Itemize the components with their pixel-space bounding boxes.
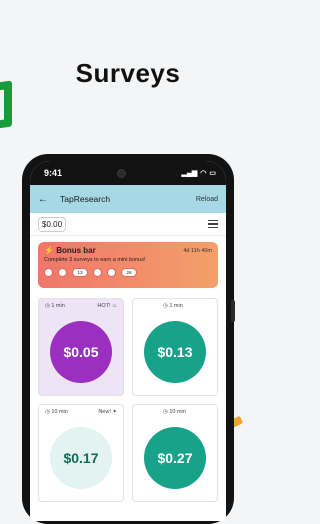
badge-text: HOT!: [97, 303, 111, 309]
survey-reward-coin: $0.17: [50, 427, 112, 489]
bonus-step: [44, 268, 53, 277]
balance-bar: $0.00: [30, 213, 226, 236]
duration-text: 10 min: [51, 409, 68, 415]
phone-screen: 9:41 ▂▄▆ ◠ ▭ ← TapResearch Reload $0.00 …: [30, 161, 226, 521]
survey-reward-coin: $0.27: [144, 427, 206, 489]
status-time: 9:41: [44, 168, 63, 178]
camera-icon: [117, 168, 127, 178]
bonus-step: [58, 268, 67, 277]
reward-amount: $0.05: [63, 344, 99, 360]
duration-text: 1 min: [169, 303, 183, 309]
balance-display: $0.00: [38, 216, 67, 232]
reward-amount: $0.13: [157, 344, 193, 360]
bonus-title: ⚡ Bonus bar: [44, 246, 96, 255]
signal-icon: ▂▄▆: [181, 170, 198, 177]
back-arrow-icon[interactable]: ←: [38, 194, 48, 205]
duration-text: 10 min: [169, 409, 186, 415]
survey-card[interactable]: ◷ 10 min $0.27: [132, 404, 218, 502]
app-title: TapResearch: [60, 194, 111, 204]
bonus-step-milestone: 13: [72, 268, 88, 277]
duration: ◷ 10 min: [163, 409, 186, 415]
survey-card[interactable]: ◷ 1 min HOT! ♨ $0.05: [38, 298, 124, 396]
page-headline: Surveys: [75, 58, 181, 88]
flame-icon: ♨: [112, 303, 117, 309]
bonus-step: [93, 268, 102, 277]
duration: ◷ 1 min: [163, 303, 183, 309]
bonus-title-text: Bonus bar: [56, 246, 96, 255]
phone-side-button: [231, 300, 235, 322]
badge-text: New!: [98, 409, 111, 415]
menu-icon[interactable]: [208, 219, 218, 229]
app-bar: ← TapResearch Reload: [30, 185, 226, 213]
status-bar: 9:41 ▂▄▆ ◠ ▭: [30, 161, 226, 185]
bonus-description: Complete 3 surveys to earn a mini bonus!: [44, 257, 146, 263]
bonus-steps: 13 26: [44, 268, 212, 277]
duration-text: 1 min: [51, 303, 65, 309]
survey-card[interactable]: ◷ 10 min New! ✦ $0.17: [38, 404, 124, 502]
battery-icon: ▭: [209, 170, 216, 177]
wifi-icon: ◠: [200, 170, 207, 177]
hot-badge: HOT! ♨: [97, 303, 117, 309]
bonus-timer: 4d 11h 40m: [183, 247, 212, 254]
bonus-step-milestone: 26: [121, 268, 137, 277]
duration: ◷ 10 min: [45, 409, 68, 415]
status-icons: ▂▄▆ ◠ ▭: [182, 169, 216, 177]
survey-card[interactable]: ◷ 1 min $0.13: [132, 298, 218, 396]
survey-grid: ◷ 1 min HOT! ♨ $0.05 ◷ 1 min $0.13 ◷ 10 …: [38, 298, 218, 502]
reward-amount: $0.27: [157, 450, 193, 466]
reward-amount: $0.17: [63, 450, 99, 466]
duration: ◷ 1 min: [45, 303, 65, 309]
reload-button[interactable]: Reload: [196, 196, 218, 203]
new-badge: New! ✦: [98, 409, 117, 415]
bonus-bar: ⚡ Bonus bar 4d 11h 40m Complete 3 survey…: [38, 242, 218, 288]
survey-reward-coin: $0.13: [144, 321, 206, 383]
bonus-step: [107, 268, 116, 277]
survey-reward-coin: $0.05: [50, 321, 112, 383]
sparkle-icon: ✦: [112, 409, 117, 415]
